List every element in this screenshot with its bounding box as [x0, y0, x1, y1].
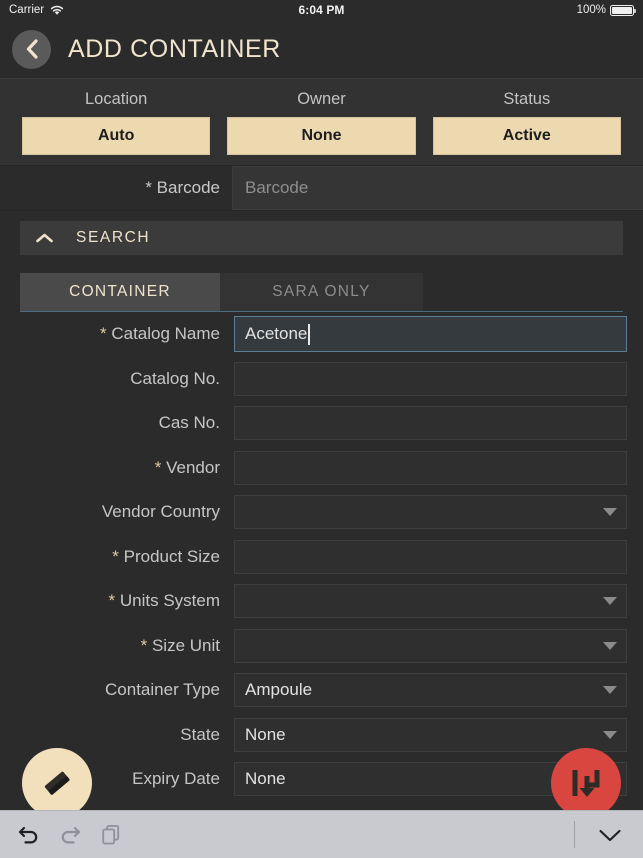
- state-select[interactable]: None: [234, 717, 627, 752]
- eraser-icon: [44, 771, 70, 795]
- field-label-container-type: Container Type: [105, 680, 220, 700]
- selector-status-button[interactable]: Active: [432, 117, 621, 155]
- field-row-units-system: * Units System: [0, 579, 643, 624]
- field-label-catalog-no: Catalog No.: [130, 368, 220, 388]
- dismiss-keyboard-button[interactable]: [597, 827, 643, 843]
- tab-container[interactable]: CONTAINER: [20, 273, 220, 311]
- units-system-select[interactable]: [234, 584, 627, 619]
- selector-status-label: Status: [503, 90, 551, 108]
- search-section-label: SEARCH: [76, 229, 151, 246]
- product-size-input[interactable]: [234, 539, 627, 574]
- keyboard-accessory-bar: [0, 810, 643, 858]
- keyboard-bar-left: [0, 824, 122, 846]
- search-section-header[interactable]: SEARCH: [20, 221, 623, 255]
- field-label-units-system: * Units System: [108, 591, 220, 611]
- state-value: None: [245, 724, 286, 744]
- selector-location: Location Auto: [22, 85, 211, 155]
- selector-row: Location Auto Owner None Status Active: [0, 85, 643, 155]
- field-label-vendor: * Vendor: [154, 457, 220, 477]
- field-row-catalog-name: * Catalog Name Acetone: [0, 312, 643, 357]
- container-type-value: Ampoule: [245, 680, 313, 700]
- tab-sara-only[interactable]: SARA ONLY: [220, 273, 423, 311]
- search-section: SEARCH: [0, 211, 643, 255]
- save-fab-button[interactable]: [551, 748, 621, 818]
- field-row-product-size: * Product Size: [0, 535, 643, 580]
- selector-owner-label: Owner: [297, 90, 346, 108]
- title-bar: ADD CONTAINER: [0, 20, 643, 78]
- chevron-left-icon: [26, 39, 38, 59]
- field-label-catalog-name: * Catalog Name: [99, 324, 220, 344]
- undo-icon: [18, 826, 38, 844]
- catalog-no-input[interactable]: [234, 361, 627, 396]
- battery-full-icon: [610, 4, 636, 16]
- field-row-expiry-date: Expiry Date None: [0, 757, 643, 802]
- paste-button[interactable]: [101, 824, 122, 846]
- field-row-cas-no: Cas No.: [0, 401, 643, 446]
- eraser-fab-button[interactable]: [22, 748, 92, 818]
- undo-button[interactable]: [17, 824, 40, 845]
- field-row-catalog-no: Catalog No.: [0, 357, 643, 402]
- expiry-date-value: None: [245, 769, 286, 789]
- field-row-container-type: Container Type Ampoule: [0, 668, 643, 713]
- page-title: ADD CONTAINER: [68, 34, 281, 63]
- status-bar-time: 6:04 PM: [298, 3, 345, 17]
- chevron-down-icon: [603, 686, 617, 695]
- chevron-up-icon: [36, 233, 53, 243]
- barcode-input[interactable]: Barcode: [232, 166, 643, 210]
- keyboard-bar-right: [574, 821, 643, 848]
- copy-paste-icon: [102, 824, 120, 844]
- cas-no-input[interactable]: [234, 406, 627, 441]
- field-row-vendor: * Vendor: [0, 446, 643, 491]
- keyboard-bar-divider: [574, 821, 575, 848]
- catalog-name-value: Acetone: [245, 324, 308, 344]
- save-to-tray-icon: [572, 770, 600, 797]
- redo-button[interactable]: [59, 824, 82, 845]
- back-button[interactable]: [12, 29, 51, 69]
- chevron-down-icon: [603, 641, 617, 650]
- chevron-down-icon: [603, 597, 617, 606]
- selector-owner-button[interactable]: None: [227, 117, 416, 155]
- field-label-cas-no: Cas No.: [158, 413, 220, 433]
- selector-status: Status Active: [432, 85, 621, 155]
- chevron-down-icon: [603, 730, 617, 739]
- chevron-down-icon: [603, 508, 617, 517]
- field-label-size-unit: * Size Unit: [140, 635, 220, 655]
- field-label-state: State: [180, 724, 220, 744]
- field-label-product-size: * Product Size: [112, 546, 220, 566]
- vendor-country-select[interactable]: [234, 495, 627, 530]
- text-caret: [308, 323, 310, 345]
- size-unit-select[interactable]: [234, 628, 627, 663]
- form-area: * Catalog Name Acetone Catalog No. Cas N…: [0, 312, 643, 802]
- barcode-label: * Barcode: [145, 178, 220, 197]
- status-bar: Carrier 6:04 PM 100%: [0, 0, 643, 20]
- field-row-size-unit: * Size Unit: [0, 624, 643, 669]
- battery-percent-label: 100%: [576, 4, 606, 16]
- field-row-vendor-country: Vendor Country: [0, 490, 643, 535]
- selector-owner: Owner None: [227, 85, 416, 155]
- redo-icon: [61, 826, 81, 844]
- catalog-name-input[interactable]: Acetone: [234, 316, 627, 353]
- status-bar-right: 100%: [576, 4, 636, 16]
- field-row-state: State None: [0, 713, 643, 758]
- field-label-vendor-country: Vendor Country: [101, 502, 220, 522]
- container-type-select[interactable]: Ampoule: [234, 673, 627, 708]
- chevron-down-icon: [599, 829, 621, 841]
- selector-panel: Location Auto Owner None Status Active: [0, 78, 643, 166]
- barcode-row: * Barcode Barcode: [0, 166, 643, 211]
- vendor-input[interactable]: [234, 450, 627, 485]
- selector-location-button[interactable]: Auto: [22, 117, 211, 155]
- tab-bar: CONTAINER SARA ONLY: [0, 255, 643, 311]
- selector-location-label: Location: [84, 90, 148, 108]
